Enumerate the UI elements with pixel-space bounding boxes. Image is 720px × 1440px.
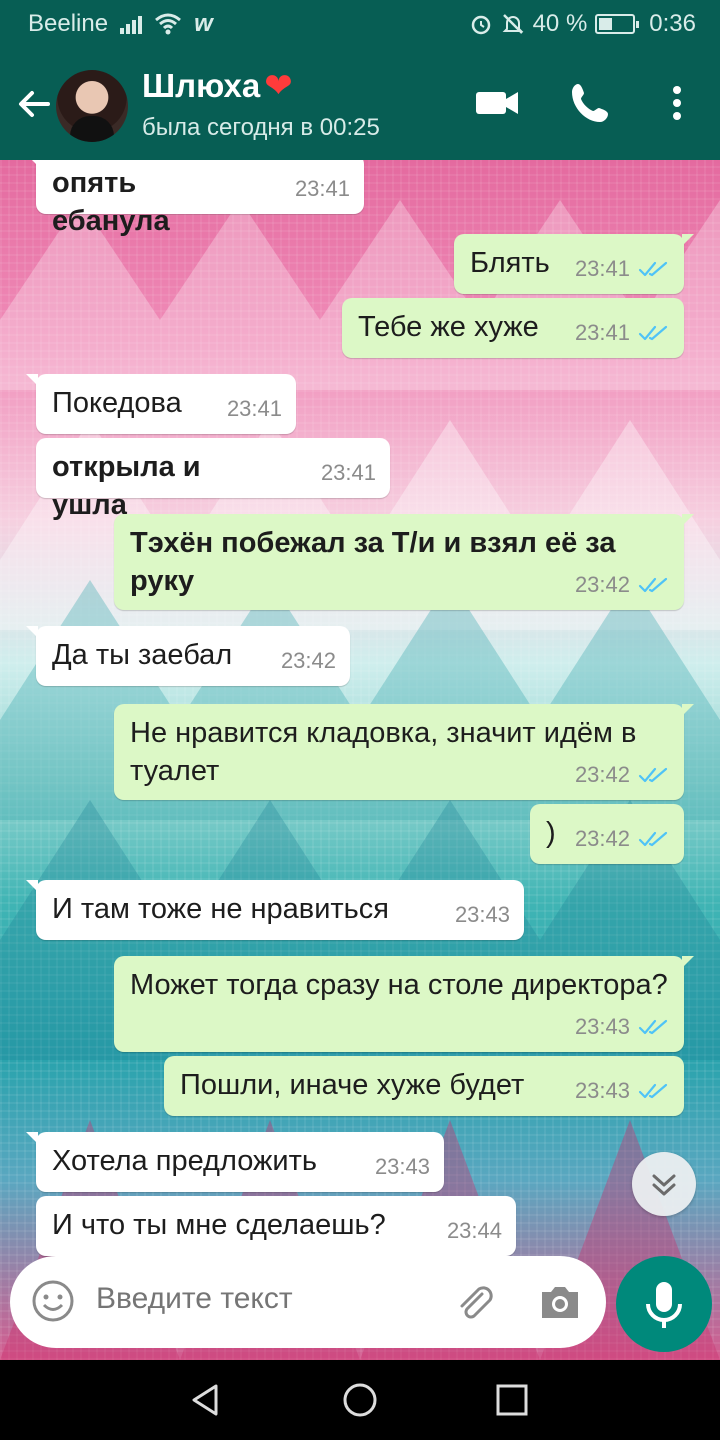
message-meta: 23:42 bbox=[575, 566, 670, 604]
message-time: 23:44 bbox=[446, 1218, 502, 1243]
last-seen-status: была сегодня в 00:25 bbox=[142, 114, 380, 141]
message-meta: 23:42 bbox=[575, 820, 670, 858]
message-text: И что ты мне сделаешь? bbox=[52, 1209, 386, 1241]
message-time: 23:43 bbox=[574, 1078, 630, 1103]
message-time: 23:41 bbox=[574, 320, 630, 345]
message-meta: 23:41 bbox=[575, 314, 670, 352]
message-time: 23:42 bbox=[574, 762, 630, 787]
phone-icon[interactable] bbox=[566, 78, 616, 128]
read-ticks-icon bbox=[638, 261, 668, 277]
chevrons-down-icon bbox=[652, 1174, 676, 1196]
message-time: 23:42 bbox=[574, 826, 630, 851]
heart-emoji: ❤ bbox=[264, 67, 293, 105]
incoming-message[interactable]: И там тоже не нравиться 23:43 bbox=[26, 880, 524, 940]
message-meta: 23:43 bbox=[575, 1072, 670, 1110]
w-icon: w bbox=[194, 10, 213, 37]
outgoing-message[interactable]: Пошли, иначе хуже будет 23:43 bbox=[164, 1056, 684, 1116]
message-text: Хотела предложить bbox=[52, 1145, 318, 1177]
message-meta: 23:41 bbox=[295, 170, 350, 208]
carrier-name: Beeline bbox=[28, 10, 109, 37]
message-composer bbox=[10, 1256, 606, 1348]
outgoing-message[interactable]: Тебе же хуже 23:41 bbox=[342, 298, 684, 358]
more-vert-icon[interactable] bbox=[652, 78, 702, 128]
status-bar: Beeline w 40 % 0:36 bbox=[0, 0, 720, 48]
chat-header: Шлюха ❤ была сегодня в 00:25 bbox=[0, 48, 720, 160]
chat-area[interactable]: опять ебанула 23:41 Блять 23:41 Тебе же хуже… bbox=[0, 160, 720, 1360]
message-time: 23:41 bbox=[320, 460, 376, 485]
message-text: Может тогда сразу на столе директора? bbox=[130, 969, 668, 1001]
incoming-message[interactable]: И что ты мне сделаешь? 23:44 bbox=[36, 1196, 516, 1256]
arrow-left-icon[interactable] bbox=[14, 84, 54, 124]
incoming-message[interactable]: Да ты заебал 23:42 bbox=[26, 626, 350, 686]
recents-square-icon[interactable] bbox=[492, 1380, 532, 1420]
signal-icon bbox=[120, 14, 143, 34]
read-ticks-icon bbox=[638, 1019, 668, 1035]
message-meta: 23:41 bbox=[227, 390, 282, 428]
system-nav-bar bbox=[0, 1360, 720, 1440]
read-ticks-icon bbox=[638, 1083, 668, 1099]
microphone-icon bbox=[646, 1282, 682, 1328]
contact-name[interactable]: Шлюха ❤ bbox=[142, 66, 293, 106]
clock: 0:36 bbox=[649, 10, 696, 37]
read-ticks-icon bbox=[638, 325, 668, 341]
message-input[interactable] bbox=[96, 1282, 426, 1316]
incoming-message[interactable]: Хотела предложить 23:43 bbox=[26, 1132, 444, 1192]
message-time: 23:41 bbox=[574, 256, 630, 281]
message-time: 23:41 bbox=[294, 176, 350, 201]
message-meta: 23:43 bbox=[455, 896, 510, 934]
message-meta: 23:42 bbox=[281, 642, 336, 680]
alarm-icon bbox=[471, 15, 490, 35]
read-ticks-icon bbox=[638, 577, 668, 593]
message-time: 23:43 bbox=[374, 1154, 430, 1179]
mute-icon bbox=[502, 14, 523, 34]
incoming-message[interactable]: опять ебанула 23:41 bbox=[26, 160, 364, 237]
incoming-message[interactable]: Покедова 23:41 bbox=[26, 374, 296, 434]
emoji-icon[interactable] bbox=[30, 1278, 76, 1324]
camera-icon[interactable] bbox=[538, 1282, 582, 1322]
read-ticks-icon bbox=[638, 831, 668, 847]
back-triangle-icon[interactable] bbox=[186, 1380, 226, 1420]
outgoing-message[interactable]: Блять 23:41 bbox=[454, 234, 694, 294]
incoming-message[interactable]: открыла и ушла 23:41 bbox=[36, 438, 390, 521]
message-meta: 23:41 bbox=[321, 454, 376, 492]
message-meta: 23:41 bbox=[575, 250, 670, 288]
message-time: 23:43 bbox=[574, 1014, 630, 1039]
outgoing-message[interactable]: ) 23:42 bbox=[530, 804, 684, 864]
message-meta: 23:44 bbox=[447, 1212, 502, 1250]
message-time: 23:42 bbox=[280, 648, 336, 673]
contact-name-text: Шлюха bbox=[142, 67, 261, 104]
message-text: И там тоже не нравиться bbox=[52, 893, 389, 925]
battery-icon bbox=[595, 14, 640, 34]
message-meta: 23:42 bbox=[575, 756, 670, 794]
wifi-icon bbox=[155, 13, 182, 35]
avatar[interactable] bbox=[56, 70, 128, 142]
outgoing-message[interactable]: Тэхён побежал за Т/и и взял её за руку 23… bbox=[114, 514, 694, 610]
message-meta: 23:43 bbox=[375, 1148, 430, 1186]
message-meta: 23:43 bbox=[575, 1008, 670, 1046]
paperclip-icon[interactable] bbox=[452, 1280, 496, 1324]
message-time: 23:43 bbox=[454, 902, 510, 927]
message-time: 23:42 bbox=[574, 572, 630, 597]
voice-message-button[interactable] bbox=[616, 1256, 712, 1352]
outgoing-message[interactable]: Может тогда сразу на столе директора? 23:… bbox=[114, 956, 694, 1052]
battery-percent: 40 % bbox=[532, 10, 588, 37]
outgoing-message[interactable]: Не нравится кладовка, значит идём в туал… bbox=[114, 704, 694, 800]
message-time: 23:41 bbox=[226, 396, 282, 421]
video-call-icon[interactable] bbox=[472, 78, 522, 128]
read-ticks-icon bbox=[638, 767, 668, 783]
home-circle-icon[interactable] bbox=[340, 1380, 380, 1420]
scroll-down-button[interactable] bbox=[632, 1152, 696, 1216]
